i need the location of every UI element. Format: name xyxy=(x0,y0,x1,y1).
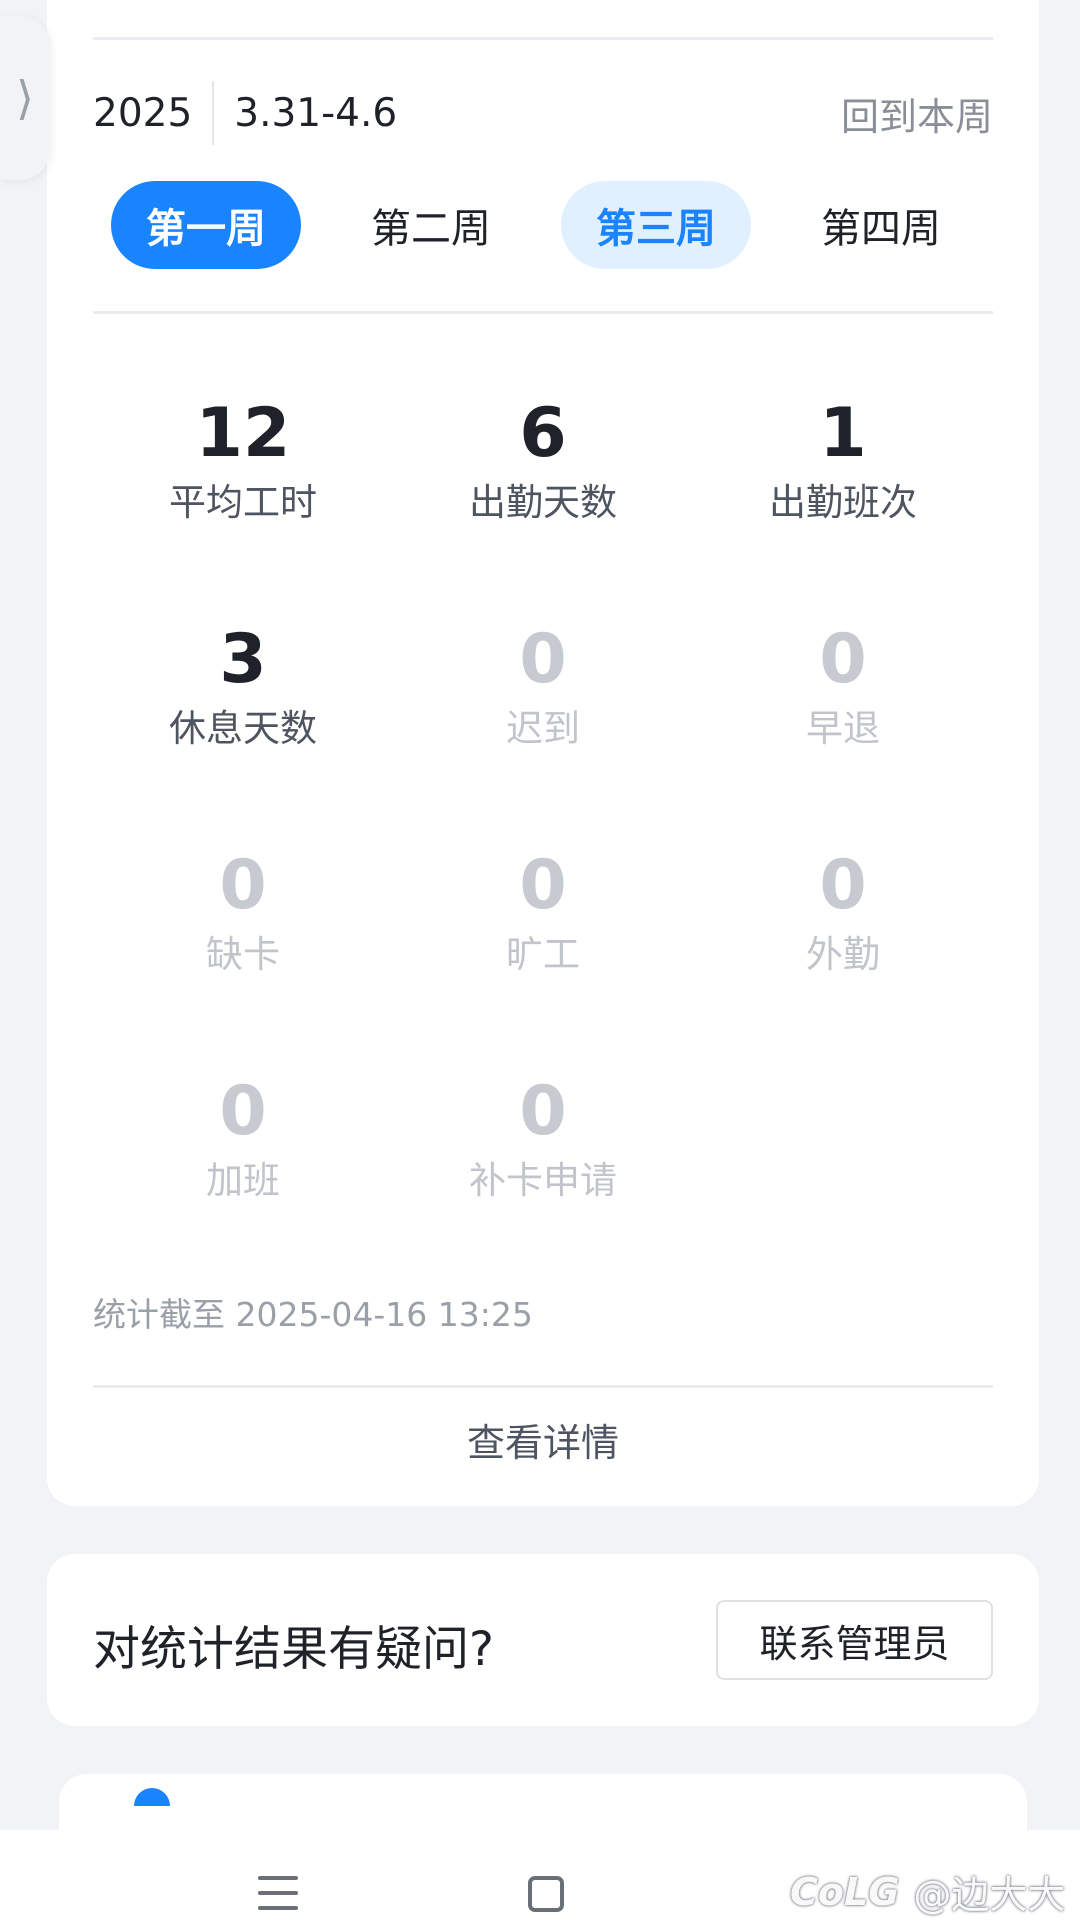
watermark-logo: CoLG xyxy=(790,1869,900,1914)
stats-updated-time: 统计截至 2025-04-16 13:25 xyxy=(93,1295,533,1334)
stat-label: 出勤班次 xyxy=(769,481,917,524)
tabs-divider xyxy=(93,311,993,314)
stat-label: 出勤天数 xyxy=(469,481,617,524)
stat-label: 迟到 xyxy=(506,707,580,750)
stats-card: 2025 3.31-4.6 回到本周 第一周 第二周 第三周 第四周 12 平均… xyxy=(47,0,1039,1506)
tab-week-3[interactable]: 第三周 xyxy=(561,181,751,269)
stat-late[interactable]: 0 迟到 xyxy=(393,620,693,780)
stat-label: 早退 xyxy=(806,707,880,750)
vertical-separator xyxy=(212,81,215,145)
tab-week-4[interactable]: 第四周 xyxy=(786,181,976,269)
stat-label: 旷工 xyxy=(506,933,580,976)
stat-label: 补卡申请 xyxy=(469,1159,617,1202)
side-expand-tab[interactable]: ⟩ xyxy=(0,16,50,180)
stat-label: 加班 xyxy=(206,1159,280,1202)
stat-label: 缺卡 xyxy=(206,933,280,976)
question-card: 对统计结果有疑问? 联系管理员 xyxy=(47,1554,1039,1726)
attendance-stats-page: ⟩ 2025 3.31-4.6 回到本周 第一周 第二周 第三周 第四周 12 … xyxy=(0,0,1080,1927)
stat-label: 外勤 xyxy=(806,933,880,976)
stat-label: 休息天数 xyxy=(169,707,317,750)
stat-absent[interactable]: 0 旷工 xyxy=(393,846,693,1006)
stat-value: 0 xyxy=(519,620,567,699)
stat-label: 平均工时 xyxy=(169,481,317,524)
stat-field-work[interactable]: 0 外勤 xyxy=(693,846,993,1006)
top-divider xyxy=(93,37,993,40)
year-label[interactable]: 2025 xyxy=(93,91,192,136)
view-details-link[interactable]: 查看详情 xyxy=(47,1412,1039,1467)
watermark: CoLG @边大大 xyxy=(790,1864,1065,1919)
stat-value: 0 xyxy=(219,1072,267,1151)
stat-value: 0 xyxy=(819,620,867,699)
stat-value: 0 xyxy=(519,1072,567,1151)
back-to-current-week-link[interactable]: 回到本周 xyxy=(841,86,993,141)
stat-average-hours[interactable]: 12 平均工时 xyxy=(93,394,393,554)
stat-early-leave[interactable]: 0 早退 xyxy=(693,620,993,780)
home-square-icon[interactable] xyxy=(528,1876,564,1912)
stat-value: 1 xyxy=(819,394,867,473)
stat-attendance-shifts[interactable]: 1 出勤班次 xyxy=(693,394,993,554)
stat-punch-correction[interactable]: 0 补卡申请 xyxy=(393,1072,693,1232)
menu-icon[interactable] xyxy=(258,1876,298,1910)
stat-value: 6 xyxy=(519,394,567,473)
watermark-handle: @边大大 xyxy=(913,1873,1066,1917)
question-text: 对统计结果有疑问? xyxy=(93,1622,494,1677)
stat-attendance-days[interactable]: 6 出勤天数 xyxy=(393,394,693,554)
stat-value: 0 xyxy=(219,846,267,925)
system-nav-bar: CoLG @边大大 xyxy=(0,1830,1080,1927)
stat-value: 0 xyxy=(819,846,867,925)
week-tabs: 第一周 第二周 第三周 第四周 xyxy=(111,181,971,269)
stat-value: 3 xyxy=(219,620,267,699)
stat-value: 12 xyxy=(195,394,291,473)
tab-week-1[interactable]: 第一周 xyxy=(111,181,301,269)
week-header: 2025 3.31-4.6 回到本周 xyxy=(93,80,993,146)
chevron-right-icon: ⟩ xyxy=(16,71,34,125)
date-range-label: 3.31-4.6 xyxy=(234,90,398,136)
tab-week-2[interactable]: 第二周 xyxy=(336,181,526,269)
detail-divider xyxy=(93,1385,993,1388)
stat-overtime[interactable]: 0 加班 xyxy=(93,1072,393,1232)
contact-admin-button[interactable]: 联系管理员 xyxy=(716,1600,993,1680)
stat-value: 0 xyxy=(519,846,567,925)
stat-rest-days[interactable]: 3 休息天数 xyxy=(93,620,393,780)
card-icon xyxy=(134,1788,170,1806)
stat-missing-punch[interactable]: 0 缺卡 xyxy=(93,846,393,1006)
